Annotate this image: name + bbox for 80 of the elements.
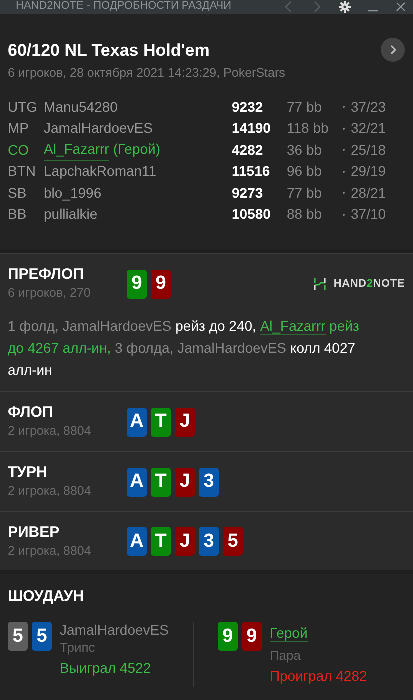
street-name: ТУРН — [8, 464, 48, 482]
stack-amount: 9232 — [232, 98, 264, 116]
separator-dot — [343, 106, 345, 108]
player-position: MP — [7, 119, 30, 138]
hero-tag: (Герой) — [113, 139, 161, 161]
separator-dot — [343, 128, 345, 130]
playing-card: 5 — [32, 622, 52, 652]
logo-wordmark: HAND2NOTE — [334, 277, 405, 292]
close-icon[interactable] — [395, 1, 407, 13]
playing-card: A — [127, 468, 147, 497]
player-stats: 29/19 — [351, 162, 386, 181]
street-info: 2 игрока, 8804 — [8, 482, 92, 500]
separator-dot — [343, 149, 345, 151]
street-name: ПРЕФЛОП — [8, 266, 85, 284]
playing-card: J — [175, 527, 195, 556]
stack-amount: 10580 — [232, 205, 272, 224]
player-position: UTG — [7, 98, 39, 116]
playing-card: 3 — [199, 468, 219, 497]
big-blinds: 77 bb — [287, 98, 324, 116]
playing-card: T — [151, 527, 171, 556]
playing-card: T — [151, 408, 171, 437]
street-info: 2 игрока, 8804 — [8, 542, 92, 560]
playing-card: A — [127, 408, 147, 437]
hand-combination: Пара — [270, 647, 302, 666]
settings-icon[interactable] — [339, 1, 351, 13]
stack-amount: 9273 — [232, 184, 264, 202]
player-stats: 25/18 — [351, 140, 386, 160]
player-name: JamalHardoevES — [44, 119, 154, 138]
big-blinds: 96 bb — [287, 162, 324, 181]
playing-card: T — [151, 468, 171, 497]
stack-amount: 11516 — [232, 162, 272, 181]
player-position: BB — [7, 205, 28, 224]
hand-subtitle: 6 игроков, 28 октября 2021 14:23:29, PokerStars — [8, 64, 286, 82]
playing-card: 5 — [8, 622, 28, 652]
playing-card: 9 — [127, 270, 147, 300]
window-title: HAND2NOTE - ПОДРОБНОСТИ РАЗДАЧИ — [16, 1, 233, 12]
playing-card: 5 — [223, 527, 243, 556]
separator-dot — [343, 192, 345, 194]
playing-card: 9 — [151, 270, 171, 300]
player-name: pullialkie — [44, 205, 99, 224]
street-name: ФЛОП — [8, 404, 54, 422]
playing-card: 3 — [199, 527, 219, 556]
separator-dot — [343, 170, 345, 172]
player-name-link[interactable]: Герой — [270, 625, 308, 642]
player-name: LapchakRoman11 — [44, 162, 158, 181]
section-title: ШОУДАУН — [8, 588, 86, 606]
logo-icon — [314, 278, 326, 290]
big-blinds: 88 bb — [287, 205, 324, 224]
separator-dot — [343, 214, 345, 216]
action-log: 1 фолд, JamalHardoevES рейз до 240, Al_Fazarrr рейз до 4267 алл-ин, 3 фолда, JamalHardoevES колл 4027 алл-ин — [8, 317, 360, 380]
player-name: JamalHardoevES — [60, 622, 169, 638]
stack-amount: 4282 — [232, 140, 264, 160]
big-blinds: 77 bb — [287, 184, 324, 202]
big-blinds: 36 bb — [287, 140, 324, 160]
player-position: BTN — [7, 162, 37, 181]
player-name: Manu54280 — [44, 98, 119, 116]
hand-combination: Трипс — [60, 639, 96, 658]
player-stats: 37/10 — [351, 205, 386, 224]
result-text: Выиграл 4522 — [60, 658, 152, 678]
player-position: SB — [7, 184, 28, 202]
player-stats: 28/21 — [351, 184, 386, 202]
big-blinds: 118 bb — [287, 119, 330, 138]
player-stats: 32/21 — [351, 119, 386, 138]
playing-card: J — [175, 468, 195, 497]
next-button[interactable] — [381, 38, 405, 62]
player-name-link[interactable]: Al_Fazarrr — [260, 318, 326, 335]
street-name: РИВЕР — [8, 524, 61, 542]
player-name-link[interactable]: Al_Fazarrr — [44, 139, 110, 161]
playing-card: A — [127, 527, 147, 556]
stack-amount: 14190 — [232, 119, 272, 138]
playing-card: 9 — [242, 622, 262, 652]
hand-title: 60/120 NL Texas Hold'em — [8, 40, 211, 62]
playing-card: 9 — [218, 622, 238, 652]
result-text: Проиграл 4282 — [270, 666, 368, 686]
street-info: 2 игрока, 8804 — [8, 423, 92, 440]
player-name: blo_1996 — [44, 184, 103, 203]
player-position: CO — [7, 140, 30, 160]
street-info: 6 игроков, 270 — [8, 285, 92, 302]
playing-card: J — [175, 408, 195, 437]
player-stats: 37/23 — [351, 98, 386, 116]
